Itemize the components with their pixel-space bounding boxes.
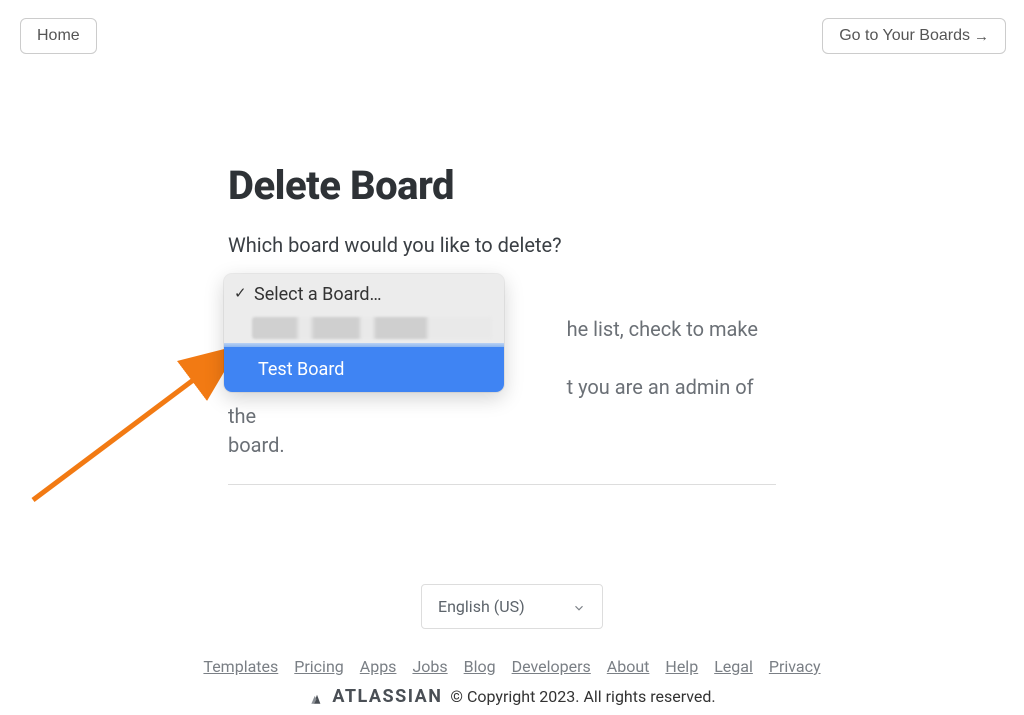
dropdown-option-label: Test Board — [258, 359, 344, 380]
footer-link-apps[interactable]: Apps — [360, 657, 397, 676]
top-bar: Home Go to Your Boards → — [0, 18, 1024, 58]
prompt-text: Which board would you like to delete? — [228, 233, 776, 257]
dropdown-placeholder-option[interactable]: Select a Board… — [224, 274, 504, 315]
copyright-row: ATLASSIAN © Copyright 2023. All rights r… — [0, 686, 1024, 707]
dropdown-redacted-option[interactable] — [252, 317, 492, 339]
divider — [228, 484, 776, 485]
go-to-boards-label: Go to Your Boards — [839, 27, 970, 45]
footer-link-help[interactable]: Help — [665, 657, 698, 676]
footer-link-about[interactable]: About — [607, 657, 650, 676]
go-to-boards-button[interactable]: Go to Your Boards → — [822, 18, 1006, 54]
footer-link-developers[interactable]: Developers — [512, 657, 591, 676]
board-select-dropdown[interactable]: Select a Board… Test Board — [224, 274, 504, 392]
atlassian-logo: ATLASSIAN — [308, 686, 442, 707]
home-button[interactable]: Home — [20, 18, 97, 54]
footer-link-legal[interactable]: Legal — [714, 657, 753, 676]
footer: English (US) Templates Pricing Apps Jobs Blo… — [0, 584, 1024, 715]
chevron-down-icon — [572, 600, 586, 614]
dropdown-placeholder-label: Select a Board… — [254, 284, 382, 305]
footer-link-templates[interactable]: Templates — [203, 657, 278, 676]
home-button-label: Home — [37, 27, 80, 45]
annotation-arrow-icon — [28, 340, 248, 510]
footer-links: Templates Pricing Apps Jobs Blog Developers Ab… — [0, 657, 1024, 676]
copyright-text: © Copyright 2023. All rights reserved. — [450, 687, 715, 706]
footer-link-jobs[interactable]: Jobs — [412, 657, 447, 676]
dropdown-option-test-board[interactable]: Test Board — [224, 347, 504, 392]
page-title: Delete Board — [228, 162, 776, 209]
language-selected-label: English (US) — [438, 597, 525, 616]
help-line-2: board. — [228, 433, 285, 457]
footer-link-blog[interactable]: Blog — [464, 657, 496, 676]
footer-link-pricing[interactable]: Pricing — [294, 657, 344, 676]
language-select[interactable]: English (US) — [421, 584, 603, 629]
atlassian-mark-icon — [308, 688, 326, 706]
footer-link-privacy[interactable]: Privacy — [769, 657, 821, 676]
arrow-right-icon: → — [974, 28, 989, 45]
brand-name: ATLASSIAN — [332, 686, 442, 707]
